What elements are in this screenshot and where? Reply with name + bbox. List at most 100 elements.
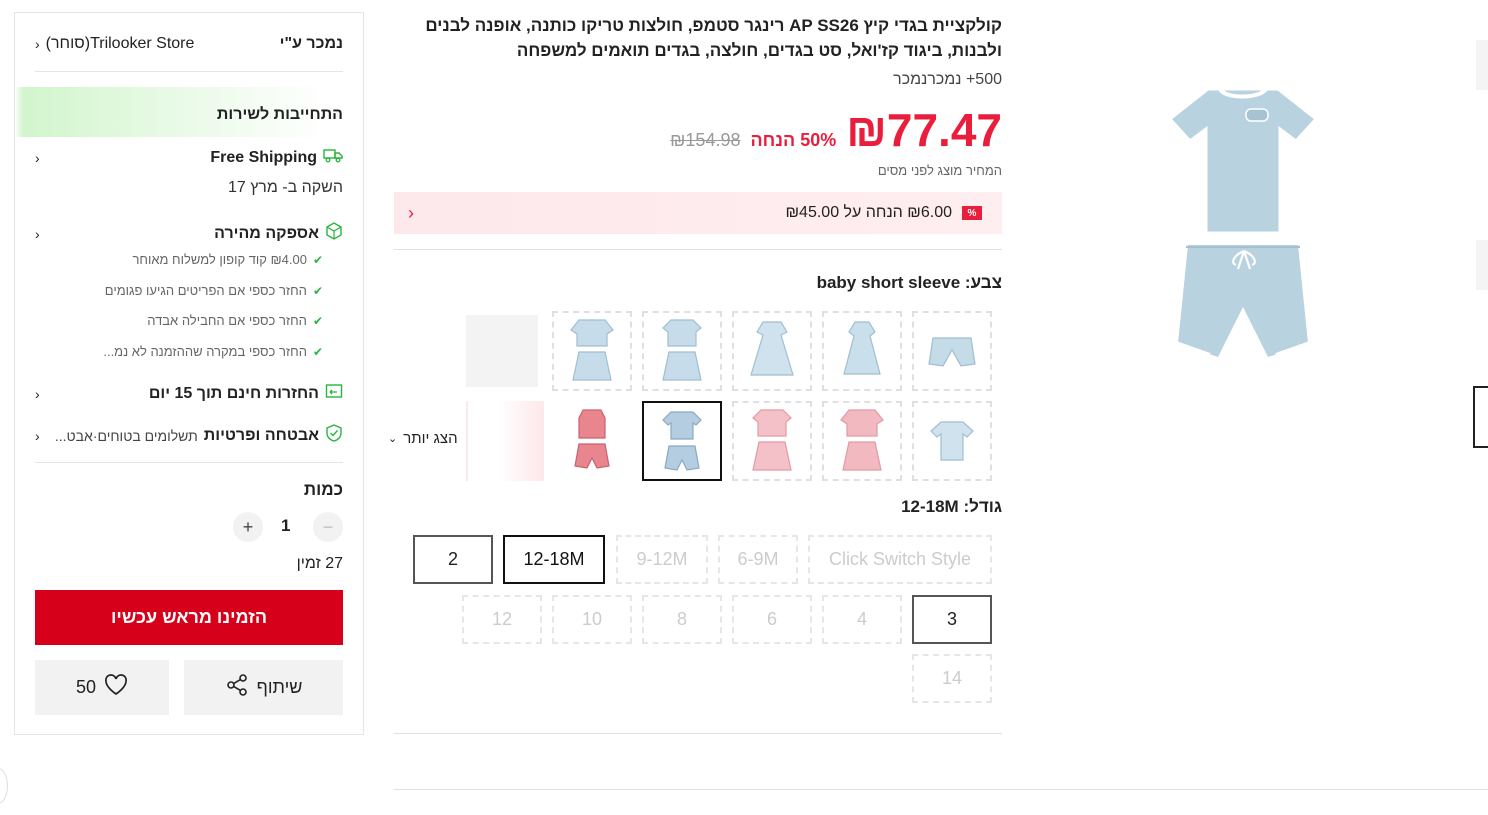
- size-option[interactable]: 2: [413, 535, 493, 584]
- size-selected: 12-18M: [901, 497, 959, 516]
- scroll-button[interactable]: [0, 768, 8, 804]
- free-shipping-label: Free Shipping: [210, 148, 317, 166]
- color-swatch-baby-short-sleeve[interactable]: [642, 401, 722, 481]
- check-icon: ✔: [312, 252, 323, 267]
- divider: [35, 462, 343, 463]
- original-price: ₪154.98: [670, 130, 741, 150]
- service-title: התחייבות לשירות: [216, 106, 343, 123]
- share-button[interactable]: שיתוף: [184, 660, 343, 715]
- fast-delivery-label: אספקה מהירה: [214, 224, 319, 242]
- thumbnail-peek[interactable]: [1476, 40, 1488, 90]
- purchase-panel: נמכר ע"י Trilooker Store(סוחר) ‹ התחייבו…: [14, 12, 364, 735]
- tax-note: המחיר מוצג לפני מסים: [877, 163, 1002, 178]
- quantity-value[interactable]: 1: [281, 516, 290, 536]
- color-swatch-empty[interactable]: [466, 315, 538, 387]
- heart-icon: [104, 674, 128, 701]
- store-link[interactable]: Trilooker Store(סוחר) ‹: [35, 35, 194, 53]
- chevron-left-icon: ‹: [408, 202, 414, 223]
- color-label: צבע:: [964, 273, 1002, 292]
- color-swatch-blue-tee[interactable]: [912, 401, 992, 481]
- size-option[interactable]: 14: [912, 654, 992, 703]
- check-icon: ✔: [312, 344, 323, 359]
- size-option[interactable]: 6: [732, 595, 812, 644]
- check-icon: ✔: [312, 283, 323, 298]
- guarantee-text: החזר כספי במקרה שההזמנה לא נמ...: [103, 344, 307, 359]
- preorder-button[interactable]: הזמינו מראש עכשיו: [35, 590, 343, 645]
- return-icon: [325, 383, 343, 404]
- color-swatch-pink-tank-shorts[interactable]: [552, 401, 632, 481]
- product-title: קולקציית בגדי קיץ AP SS26 רינגר סטמפ, חו…: [425, 16, 1002, 60]
- returns-label: החזרות חינם תוך 15 יום: [148, 384, 319, 402]
- thumbnail-selected-peek[interactable]: [1473, 386, 1488, 448]
- chevron-left-icon: ‹: [35, 225, 40, 242]
- coupon-tag-icon: %: [962, 206, 982, 220]
- size-label: גודל:: [963, 497, 1002, 516]
- thumbnail-peek[interactable]: [1476, 240, 1488, 290]
- color-label-row: צבע: baby short sleeve: [700, 273, 1002, 293]
- guarantee-item: ✔ ₪4.00 קוד קופון למשלוח מאוחר: [132, 252, 323, 267]
- color-swatch-pink-tee-skirt[interactable]: [822, 401, 902, 481]
- box-icon: [325, 222, 343, 245]
- available-count: 27 זמין: [296, 555, 343, 572]
- seller-row[interactable]: נמכר ע"י Trilooker Store(סוחר) ‹: [35, 33, 343, 55]
- divider: [35, 71, 343, 72]
- security-sub: תשלומים בטוחים·אבט...: [54, 427, 198, 444]
- size-option[interactable]: 12: [462, 595, 542, 644]
- current-price: ₪77.47: [846, 104, 1002, 156]
- quantity-decrease-button[interactable]: −: [313, 512, 343, 542]
- color-selected: baby short sleeve: [816, 273, 961, 292]
- coupon-banner[interactable]: % ₪6.00 הנחה על ₪45.00 ‹: [394, 192, 1002, 234]
- shield-icon: [325, 424, 343, 447]
- chevron-left-icon: ‹: [35, 149, 40, 166]
- coupon-text: ₪6.00 הנחה על ₪45.00: [785, 204, 952, 221]
- sold-count: 500+ נמכרנמכר: [893, 71, 1002, 88]
- size-option[interactable]: Click Switch Style: [808, 535, 992, 584]
- delivery-date: השקה ב- מרץ 17: [227, 179, 343, 196]
- color-swatch-pink-top-skirt[interactable]: [732, 401, 812, 481]
- color-swatch-blue-skirt-set[interactable]: [642, 311, 722, 391]
- color-swatch-blue-dress[interactable]: [822, 311, 902, 391]
- free-shipping-row[interactable]: Free Shipping ‹: [35, 147, 343, 168]
- security-label: אבטחה ופרטיות: [203, 426, 319, 444]
- security-row[interactable]: אבטחה ופרטיות תשלומים בטוחים·אבט... ‹: [35, 424, 343, 447]
- guarantee-text: החזר כספי אם הפריטים הגיעו פגומים: [104, 283, 307, 298]
- wishlist-count: 50: [75, 677, 97, 697]
- divider: [394, 789, 1488, 790]
- size-option[interactable]: 8: [642, 595, 722, 644]
- size-option-selected[interactable]: 12-18M: [503, 535, 605, 584]
- wishlist-button[interactable]: 50: [35, 660, 169, 715]
- discount-badge: 50% הנחה: [750, 130, 837, 150]
- check-icon: ✔: [312, 313, 323, 328]
- size-option[interactable]: 3: [912, 595, 992, 644]
- color-swatch-faded[interactable]: [466, 401, 546, 481]
- guarantee-item: ✔ החזר כספי אם החבילה אבדה: [147, 313, 323, 328]
- guarantee-text: ₪4.00 קוד קופון למשלוח מאוחר: [132, 252, 307, 267]
- seller-label: נמכר ע"י: [279, 35, 343, 52]
- fast-delivery-row[interactable]: אספקה מהירה ‹: [35, 222, 343, 245]
- price-row: ₪77.47 50% הנחה ₪154.98: [600, 103, 1002, 157]
- quantity-increase-button[interactable]: +: [233, 512, 263, 542]
- guarantee-item: ✔ החזר כספי במקרה שההזמנה לא נמ...: [103, 344, 323, 359]
- color-swatch-blue-top-skirt[interactable]: [552, 311, 632, 391]
- show-more-colors[interactable]: הצג יותר ⌄: [388, 430, 458, 447]
- color-swatch-blue-long-dress[interactable]: [732, 311, 812, 391]
- product-image[interactable]: [1160, 85, 1325, 370]
- size-label-row: גודל: 12-18M: [700, 497, 1002, 517]
- size-option[interactable]: 6-9M: [718, 535, 798, 584]
- chevron-left-icon: ‹: [35, 385, 40, 402]
- color-swatch-blue-shorts[interactable]: [912, 311, 992, 391]
- size-option[interactable]: 4: [822, 595, 902, 644]
- quantity-label: כמות: [303, 480, 343, 499]
- truck-icon: [323, 147, 343, 168]
- guarantee-item: ✔ החזר כספי אם הפריטים הגיעו פגומים: [105, 283, 323, 298]
- divider: [394, 249, 1002, 250]
- divider: [394, 733, 1002, 734]
- chevron-left-icon: ‹: [35, 36, 40, 52]
- share-icon: [225, 673, 249, 702]
- returns-row[interactable]: החזרות חינם תוך 15 יום ‹: [35, 383, 343, 404]
- chevron-down-icon: ⌄: [388, 433, 398, 445]
- size-option[interactable]: 9-12M: [616, 535, 708, 584]
- show-more-label: הצג יותר: [403, 430, 458, 447]
- size-option[interactable]: 10: [552, 595, 632, 644]
- store-name: Trilooker Store(סוחר): [45, 35, 195, 52]
